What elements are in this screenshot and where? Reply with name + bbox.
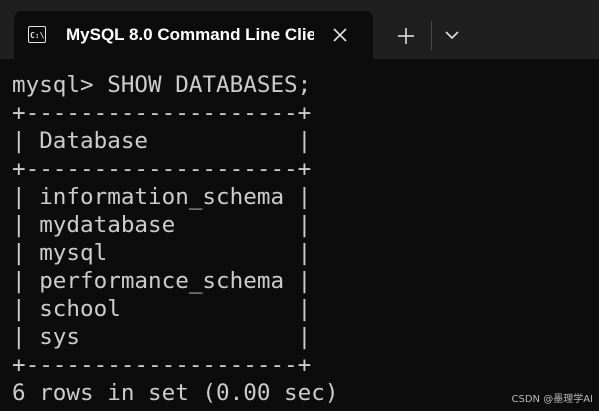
table-row: | mydatabase | <box>12 212 312 238</box>
table-row: | information_schema | <box>12 184 312 210</box>
table-border-top: +--------------------+ <box>12 100 312 126</box>
terminal-window: C:\ MySQL 8.0 Command Line Client mysql>… <box>0 0 599 411</box>
table-row: | sys | <box>12 324 312 350</box>
tab-bar: C:\ MySQL 8.0 Command Line Client <box>0 0 599 59</box>
tab-title: MySQL 8.0 Command Line Client <box>66 25 314 44</box>
svg-text:C:\: C:\ <box>30 31 44 40</box>
table-row: | school | <box>12 296 312 322</box>
chevron-down-icon[interactable] <box>441 24 463 46</box>
table-header: | Database | <box>12 128 312 154</box>
table-border-header: +--------------------+ <box>12 156 312 182</box>
command-line: mysql> SHOW DATABASES; <box>12 72 312 98</box>
table-row: | performance_schema | <box>12 268 312 294</box>
close-icon[interactable] <box>330 25 350 45</box>
result-summary: 6 rows in set (0.00 sec) <box>12 380 339 406</box>
table-row: | mysql | <box>12 240 312 266</box>
watermark-text: CSDN @墨理学AI <box>511 394 593 405</box>
tab-mysql-client[interactable]: C:\ MySQL 8.0 Command Line Client <box>14 11 373 59</box>
terminal-output[interactable]: mysql> SHOW DATABASES; +-----------------… <box>12 71 338 407</box>
terminal-icon: C:\ <box>28 26 46 43</box>
tab-bar-divider <box>431 21 432 50</box>
new-tab-plus-icon[interactable] <box>393 23 419 49</box>
table-border-bottom: +--------------------+ <box>12 352 312 378</box>
